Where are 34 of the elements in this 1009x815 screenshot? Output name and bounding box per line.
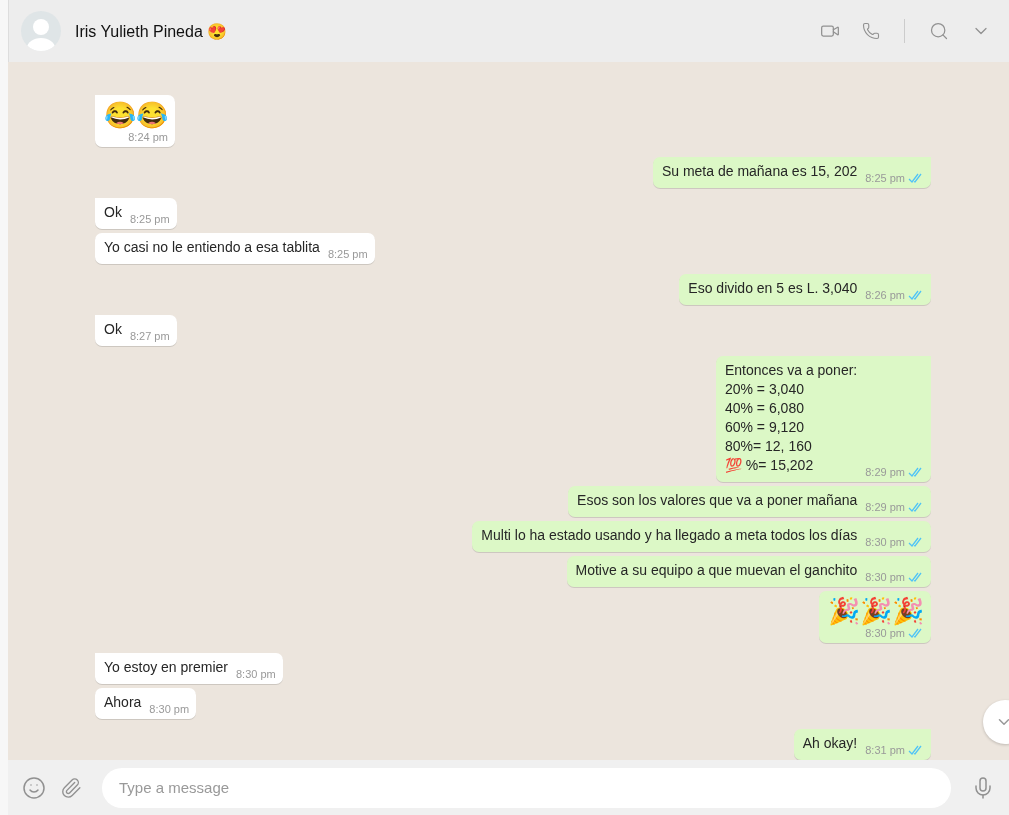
message-text: Esos son los valores que va a poner mañana [577, 491, 858, 510]
message-text: Yo casi no le entiendo a esa tablita [104, 238, 320, 257]
message-text: Eso divido en 5 es L. 3,040 [688, 279, 858, 298]
message-time: 8:29 pm [865, 466, 905, 478]
message-text: Ok [104, 203, 122, 222]
message-time: 8:29 pm [865, 501, 905, 513]
message-time: 8:30 pm [865, 536, 905, 548]
message-text: Motive a su equipo a que muevan el ganchito [575, 561, 858, 580]
phone-icon [862, 22, 880, 40]
message-time: 8:25 pm [129, 213, 170, 225]
message-time: 8:30 pm [236, 668, 276, 680]
message-time: 8:30 pm [865, 571, 905, 583]
message-time: 8:25 pm [327, 248, 368, 260]
message-text: Ah okay! [802, 734, 858, 753]
message-time: 8:24 pm [128, 131, 168, 143]
message-text: Su meta de mañana es 15, 202 [661, 162, 858, 181]
message-text: Yo estoy en premier [104, 658, 228, 677]
message-text: Ok [104, 320, 122, 339]
search-icon [929, 21, 949, 41]
message-input[interactable]: Type a message [102, 767, 951, 808]
message-text: Entonces va a poner: 20% = 3,040 40% = 6,080 60% = 9,120 80%= 12, 160 💯 %= 15,202 [724, 361, 858, 475]
emoji-message: 😂😂 [104, 100, 168, 131]
message-time: 8:26 pm [865, 289, 905, 301]
paperclip-icon [60, 776, 82, 799]
message-time: 8:30 pm [865, 627, 905, 639]
message-text: Multi lo ha estado usando y ha llegado a meta todos los días [481, 526, 858, 545]
message-time: 8:25 pm [865, 172, 905, 184]
smiley-icon [22, 775, 46, 800]
message-time: 8:30 pm [149, 703, 190, 715]
message-text: Ahora [104, 693, 142, 712]
emoji-message: 🎉🎉🎉 [828, 596, 924, 627]
message-time: 8:31 pm [865, 744, 905, 756]
contact-name: Iris Yulieth Pineda 😍 [75, 21, 229, 41]
message-time: 8:27 pm [129, 330, 170, 342]
